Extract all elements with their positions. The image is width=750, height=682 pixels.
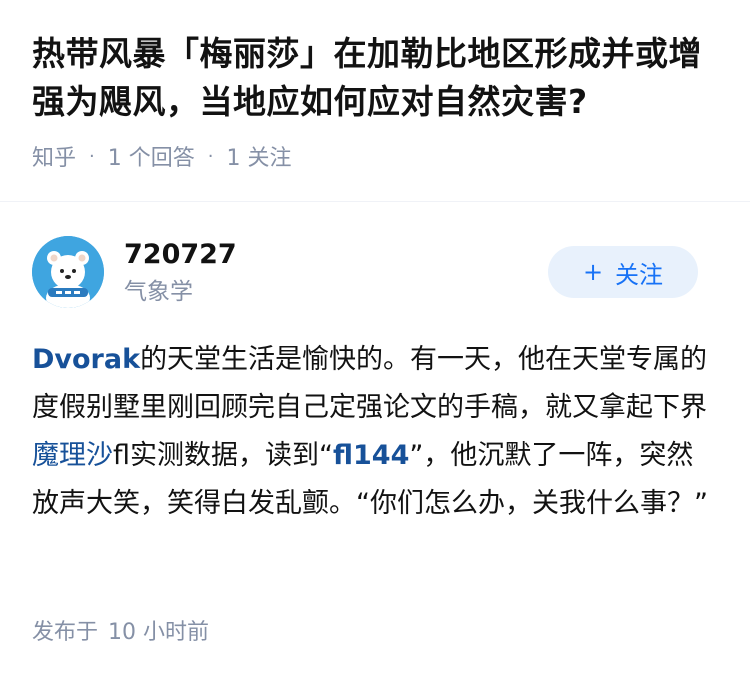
avatar-illustration (32, 236, 104, 308)
author-row: 720727 气象学 + 关注 (32, 236, 698, 308)
link-dvorak[interactable]: Dvorak (32, 344, 140, 375)
answer-footer: 发布于 10 小时前 (32, 614, 209, 646)
follow-label: 关注 (615, 260, 664, 289)
publish-time: 10 小时前 (108, 620, 210, 645)
section-divider (0, 201, 750, 202)
answer-text: fl实测数据，读到“ (113, 440, 333, 471)
link-marisa[interactable]: 魔理沙 (32, 440, 113, 471)
question-title[interactable]: 热带风暴「梅丽莎」在加勒比地区形成并或增强为飓风，当地应如何应对自然灾害? (32, 30, 718, 126)
meta-separator: · (207, 145, 214, 167)
meta-separator: · (89, 145, 95, 167)
link-fl144[interactable]: fl144 (333, 440, 409, 471)
question-header: 热带风暴「梅丽莎」在加勒比地区形成并或增强为飓风，当地应如何应对自然灾害? 知乎… (0, 0, 750, 172)
publish-label: 发布于 (32, 620, 99, 645)
question-meta: 知乎 · 1 个回答 · 1 关注 (32, 140, 718, 172)
plus-icon: + (582, 258, 604, 286)
answer-content[interactable]: Dvorak的天堂生活是愉快的。有一天，他在天堂专属的度假别墅里刚回顾完自己定强… (32, 336, 716, 528)
author-description: 气象学 (124, 279, 193, 305)
source-label[interactable]: 知乎 (32, 140, 76, 172)
author-info: 720727 气象学 (124, 238, 548, 306)
follow-button[interactable]: + 关注 (548, 246, 698, 298)
author-name[interactable]: 720727 (124, 238, 548, 272)
answer-count[interactable]: 1 个回答 (108, 140, 195, 172)
follower-count[interactable]: 1 关注 (226, 140, 291, 172)
cartoon-bear-avatar-icon[interactable] (32, 236, 104, 308)
